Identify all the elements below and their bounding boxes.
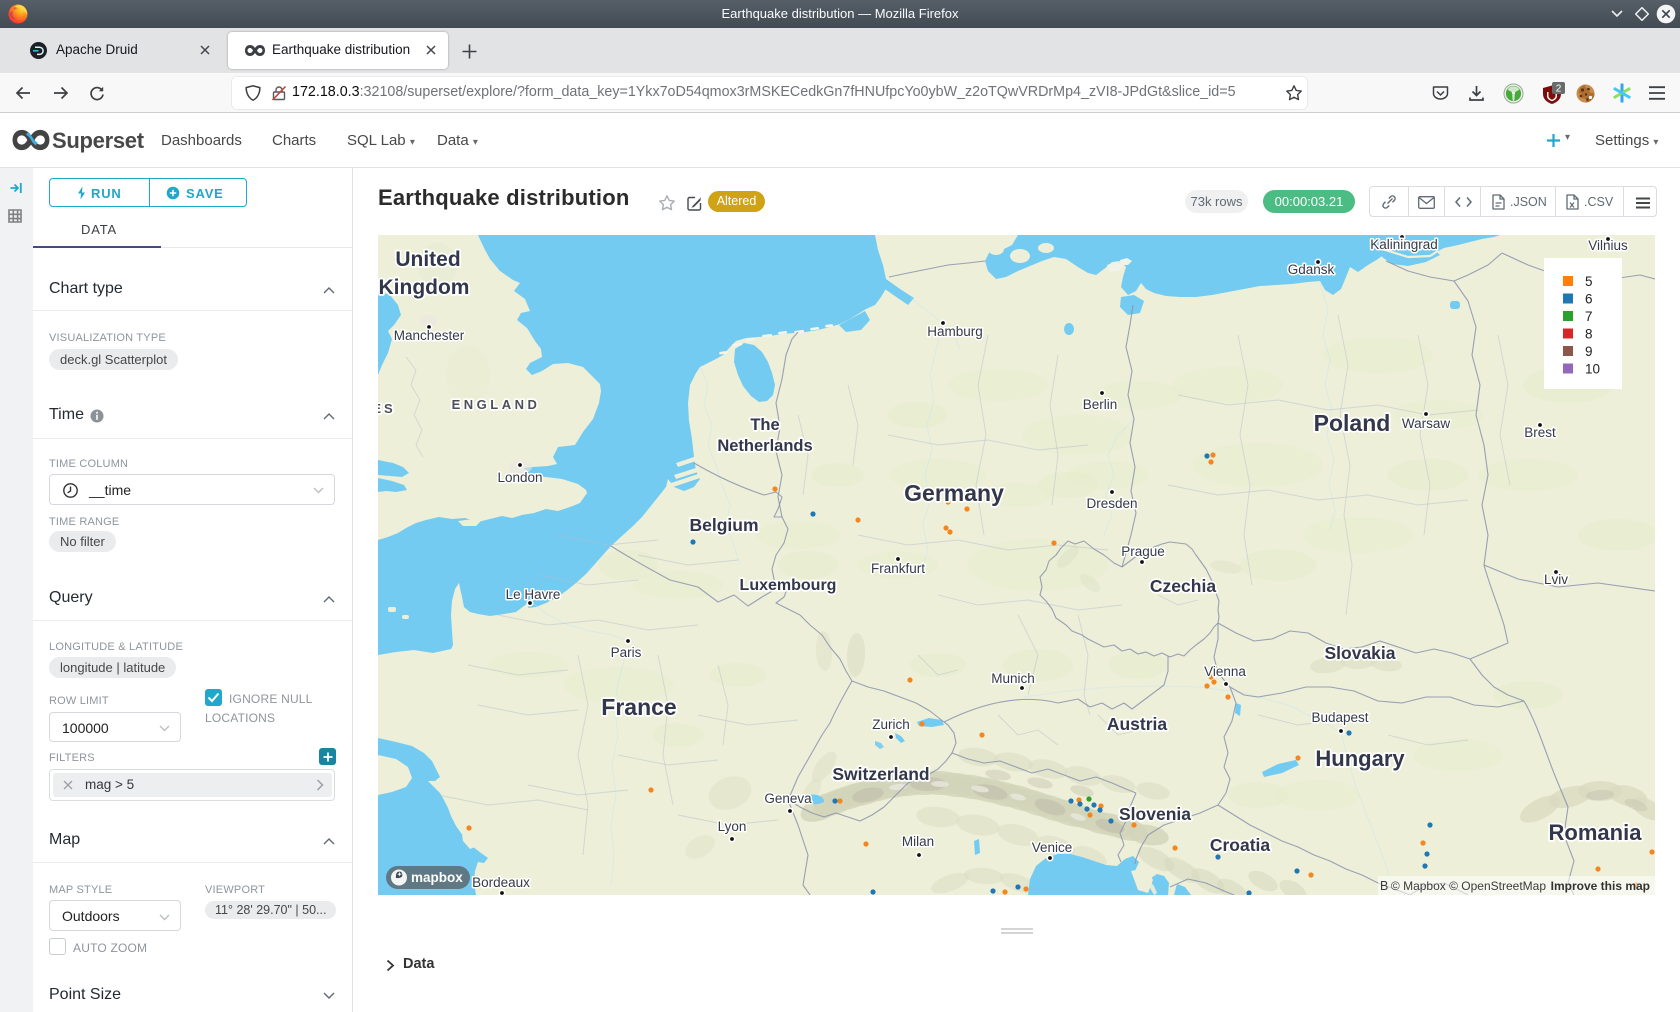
svg-text:Lviv: Lviv [1544,572,1568,587]
svg-text:Poland: Poland [1314,410,1391,436]
svg-text:Prague: Prague [1121,544,1165,559]
svg-text:Munich: Munich [991,671,1035,686]
svg-text:B: B [1380,879,1388,893]
svg-text:Geneva: Geneva [764,791,812,806]
svg-text:Netherlands: Netherlands [717,437,812,455]
svg-text:Budapest: Budapest [1311,710,1368,725]
svg-text:6: 6 [1585,292,1593,307]
svg-text:Venice: Venice [1032,840,1073,855]
svg-text:Bordeaux: Bordeaux [472,875,530,890]
svg-text:Vilnius: Vilnius [1588,238,1628,253]
svg-text:Warsaw: Warsaw [1402,416,1451,431]
svg-text:8: 8 [1585,327,1593,342]
svg-text:Slovakia: Slovakia [1324,643,1395,663]
svg-text:Manchester: Manchester [394,328,465,343]
svg-text:Paris: Paris [611,645,642,660]
svg-text:Germany: Germany [904,480,1004,506]
svg-text:Hungary: Hungary [1315,746,1405,771]
svg-text:ENGLAND: ENGLAND [452,397,541,412]
svg-text:Austria: Austria [1107,714,1168,734]
svg-text:7: 7 [1585,309,1593,324]
svg-text:Zurich: Zurich [872,717,910,732]
svg-text:Le Havre: Le Havre [506,587,561,602]
svg-text:Dresden: Dresden [1086,496,1137,511]
svg-text:Brest: Brest [1524,425,1556,440]
svg-text:Slovenia: Slovenia [1119,804,1191,824]
svg-text:Kingdom: Kingdom [379,276,470,299]
svg-text:mapbox: mapbox [411,870,463,885]
svg-text:2: 2 [1556,84,1562,95]
svg-text:Lyon: Lyon [718,819,747,834]
svg-text:9: 9 [1585,344,1593,359]
svg-text:Improve this map: Improve this map [1551,879,1650,893]
svg-text:London: London [497,470,542,485]
svg-text:Vienna: Vienna [1204,664,1246,679]
svg-text:ES: ES [378,401,396,416]
svg-text:Luxembourg: Luxembourg [740,577,837,594]
svg-text:Switzerland: Switzerland [832,764,929,784]
svg-text:Milan: Milan [902,834,934,849]
svg-text:10: 10 [1585,362,1600,377]
svg-text:Croatia: Croatia [1210,835,1271,855]
svg-text:© Mapbox © OpenStreetMap: © Mapbox © OpenStreetMap [1391,879,1546,893]
svg-text:France: France [601,694,676,720]
svg-text:Czechia: Czechia [1150,576,1216,596]
svg-text:Frankfurt: Frankfurt [871,561,925,576]
svg-text:Belgium: Belgium [689,515,758,535]
svg-text:The: The [750,416,779,434]
svg-text:Kaliningrad: Kaliningrad [1370,237,1438,252]
svg-text:Romania: Romania [1549,820,1643,845]
svg-text:Berlin: Berlin [1083,397,1118,412]
svg-text:Gdansk: Gdansk [1288,262,1335,277]
svg-text:United: United [395,248,460,271]
svg-text:Hamburg: Hamburg [927,324,983,339]
svg-text:5: 5 [1585,274,1593,289]
